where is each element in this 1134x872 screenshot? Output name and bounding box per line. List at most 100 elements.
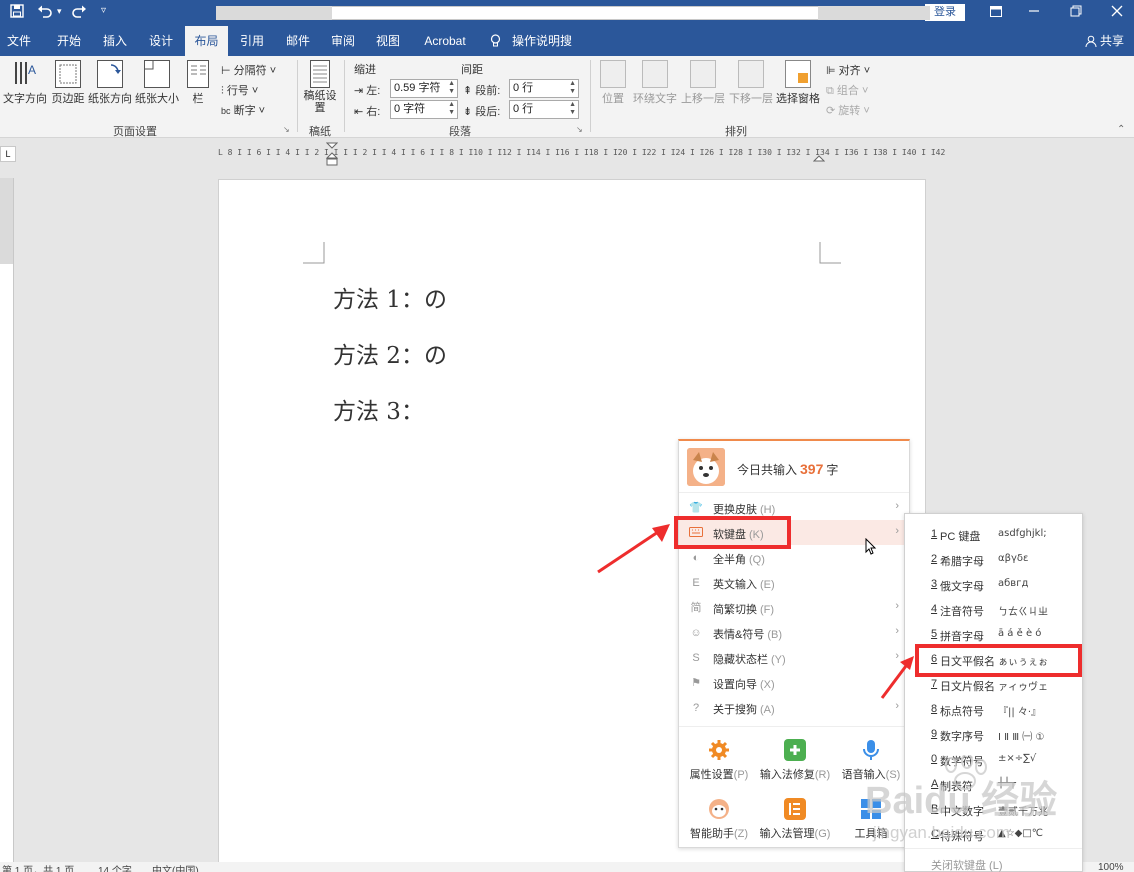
paragraph-group-label: 段落 xyxy=(449,126,471,138)
tab-file[interactable]: 文件 xyxy=(0,26,38,56)
red-arrow-icon xyxy=(597,524,670,574)
chevron-right-icon: › xyxy=(895,600,899,612)
tool-ime-repair[interactable]: 输入法修复(R) xyxy=(757,731,833,789)
line-numbers-button[interactable]: ⫶ 行号 ˅ xyxy=(221,82,258,98)
tab-design[interactable]: 设计 xyxy=(140,26,182,56)
tab-view[interactable]: 视图 xyxy=(367,26,409,56)
restore-icon[interactable] xyxy=(1061,3,1091,23)
margins-button[interactable]: 页边距 xyxy=(50,60,86,106)
smiley-icon: ☺ xyxy=(690,627,702,639)
document-line[interactable]: 方法 3： xyxy=(333,392,424,426)
ribbon-display-options-icon[interactable] xyxy=(981,3,1011,23)
tab-home[interactable]: 开始 xyxy=(48,26,90,56)
tab-insert[interactable]: 插入 xyxy=(94,26,136,56)
keyboard-option-5[interactable]: 5 拼音字母 ā á ě è ó xyxy=(905,621,1082,646)
hyphenation-button[interactable]: bc 断字 ˅ xyxy=(221,102,265,118)
language-status[interactable]: 中文(中国) xyxy=(152,862,199,872)
close-icon[interactable] xyxy=(1102,3,1132,23)
zoom-level[interactable]: 100% xyxy=(1098,862,1124,872)
indent-left-input[interactable]: 0.59 字符 ▲ ▼ xyxy=(390,79,458,98)
spacing-after-input[interactable]: 0 行 ▲ ▼ xyxy=(509,100,579,119)
keyboard-option-4[interactable]: 4 注音符号 ㄅㄊㄍㄐㄓ xyxy=(905,596,1082,621)
login-button[interactable]: 登录 xyxy=(925,4,965,21)
ime-context-menu: 今日共输入 397 字 👕 更换皮肤 (H) › 软键盘 (K) › ◐ 全半角 (Q) … xyxy=(678,439,910,848)
tab-acrobat[interactable]: Acrobat xyxy=(416,26,474,56)
document-line[interactable]: 方法 2：の xyxy=(333,336,447,370)
chevron-right-icon: › xyxy=(895,625,899,637)
indent-right-input[interactable]: 0 字符 ▲ ▼ xyxy=(390,100,458,119)
vertical-ruler[interactable] xyxy=(0,178,14,868)
breaks-icon: ⊢ xyxy=(221,65,231,77)
rotate-label: 旋转 xyxy=(838,105,861,117)
close-soft-keyboard[interactable]: 关闭软键盘 (L) xyxy=(905,850,1082,872)
lightbulb-icon xyxy=(488,26,502,56)
keyboard-option-2[interactable]: 2 希腊字母 αβγδε xyxy=(905,546,1082,571)
keyboard-option-a[interactable]: A 制表符 ┼┴┬ xyxy=(905,771,1082,796)
manuscript-settings-button[interactable]: 稿纸设置 xyxy=(303,60,337,114)
tab-references[interactable]: 引用 xyxy=(232,26,272,56)
keyboard-option-8[interactable]: 8 标点符号 『|| 々·』 xyxy=(905,696,1082,721)
columns-button[interactable]: 栏 xyxy=(185,60,211,106)
text-direction-button[interactable]: A 文字方向 xyxy=(3,60,47,106)
highlight-box-soft-keyboard xyxy=(674,516,791,549)
tool-toolbox[interactable]: 工具箱 xyxy=(833,790,909,848)
right-indent-marker-icon[interactable] xyxy=(813,152,825,162)
tab-layout[interactable]: 布局 xyxy=(185,26,228,56)
spacing-before-input[interactable]: 0 行 ▲ ▼ xyxy=(509,79,579,98)
paragraph-launcher-icon[interactable]: ↘ xyxy=(576,125,583,134)
keyboard-option-0[interactable]: 0 数学符号 ±×÷∑√ xyxy=(905,746,1082,771)
keyboard-option-9[interactable]: 9 数字序号 Ⅰ Ⅱ Ⅲ ㈠ ① xyxy=(905,721,1082,746)
tab-review[interactable]: 审阅 xyxy=(322,26,364,56)
word-count[interactable]: 14 个字 xyxy=(98,862,132,872)
align-button[interactable]: ⊫ 对齐 ˅ xyxy=(826,62,870,78)
tell-me-search[interactable]: 操作说明搜索 xyxy=(512,26,582,78)
selection-pane-button[interactable]: 选择窗格 xyxy=(776,60,820,106)
shirt-icon: 👕 xyxy=(689,502,703,514)
indent-marker-icon[interactable] xyxy=(326,142,338,166)
share-button[interactable]: 共享 xyxy=(1085,26,1124,56)
document-line[interactable]: 方法 1：の xyxy=(333,280,447,314)
columns-label: 栏 xyxy=(192,93,204,105)
size-label: 纸张大小 xyxy=(135,93,179,105)
group-objects-icon: ⧉ xyxy=(826,85,834,97)
menu-item-about-sogou[interactable]: ? 关于搜狗 (A) › xyxy=(679,695,909,720)
keyboard-option-3[interactable]: 3 俄文字母 абвгд xyxy=(905,571,1082,596)
page-count[interactable]: 第 1 页，共 1 页 xyxy=(2,862,74,872)
breaks-button[interactable]: ⊢ 分隔符 ˅ xyxy=(221,62,276,78)
collapse-ribbon-icon[interactable]: ⌃ xyxy=(1117,124,1125,135)
keyboard-option-b[interactable]: B 中文数字 壹贰千万兆 xyxy=(905,796,1082,821)
page-setup-launcher-icon[interactable]: ↘ xyxy=(283,125,290,134)
tool-smart-assistant[interactable]: 智能助手(Z) xyxy=(681,790,757,848)
tab-mailings[interactable]: 邮件 xyxy=(278,26,318,56)
tool-ime-management[interactable]: 输入法管理(G) xyxy=(757,790,833,848)
sogou-mascot-icon xyxy=(687,448,725,486)
menu-item-setup-wizard[interactable]: ⚑ 设置向导 (X) xyxy=(679,670,909,695)
margin-corner-top-left xyxy=(303,242,325,264)
orientation-label: 纸张方向 xyxy=(88,93,132,105)
tool-voice-input[interactable]: 语音输入(S) xyxy=(833,731,909,789)
group-button: ⧉ 组合 ˅ xyxy=(826,85,869,97)
orientation-button[interactable]: 纸张方向 xyxy=(88,60,132,106)
menu-item-simplified-traditional[interactable]: 简 简繁切换 (F) › xyxy=(679,595,909,620)
chevron-right-icon: › xyxy=(895,500,899,512)
wrap-text-button: 环绕文字 xyxy=(632,60,678,106)
tool-property-settings[interactable]: 属性设置(P) xyxy=(681,731,757,789)
line-numbers-label: 行号 xyxy=(226,85,249,97)
hide-status-icon: S xyxy=(692,652,700,664)
english-icon: E xyxy=(692,577,700,589)
mouse-cursor-icon xyxy=(865,538,877,555)
minimize-icon[interactable] xyxy=(1019,3,1049,23)
selection-pane-label: 选择窗格 xyxy=(776,93,820,105)
menu-item-hide-status-bar[interactable]: S 隐藏状态栏 (Y) › xyxy=(679,645,909,670)
menu-item-emoji-symbols[interactable]: ☺ 表情&符号 (B) › xyxy=(679,620,909,645)
keyboard-option-1[interactable]: 1 PC 键盘 asdfghjkl; xyxy=(905,521,1082,546)
toolbox-icon xyxy=(860,798,882,820)
group-divider xyxy=(344,60,345,132)
columns-icon xyxy=(187,60,209,88)
tab-selector[interactable]: L xyxy=(0,146,16,162)
align-icon: ⊫ xyxy=(826,65,836,77)
keyboard-option-c[interactable]: C 特殊符号 ▲☆◆□℃ xyxy=(905,821,1082,846)
menu-item-english-input[interactable]: E 英文输入 (E) xyxy=(679,570,909,595)
text-direction-icon: A xyxy=(12,60,38,88)
size-button[interactable]: 纸张大小 xyxy=(135,60,179,106)
